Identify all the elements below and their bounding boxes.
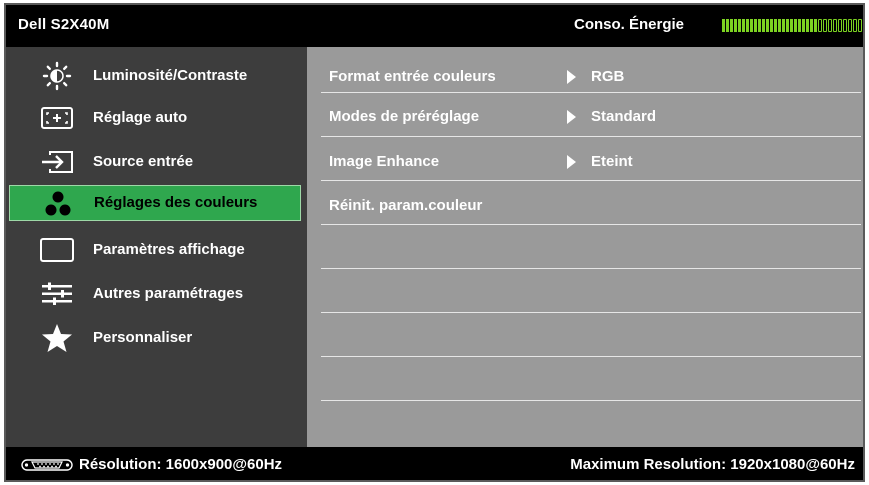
menu-item-label: Source entrée — [93, 153, 194, 170]
menu-item-display-settings[interactable]: Paramètres affichage — [9, 232, 301, 268]
menu-item-label: Paramètres affichage — [93, 241, 245, 258]
menu-item-label: Personnaliser — [93, 329, 193, 346]
energy-segment-on — [758, 19, 761, 32]
menu-item-personalize[interactable]: Personnaliser — [9, 320, 301, 356]
color-dots-icon — [40, 186, 76, 222]
row-label: Modes de préréglage — [329, 108, 480, 125]
energy-segment-on — [754, 19, 757, 32]
energy-segment-on — [746, 19, 749, 32]
energy-segment-on — [798, 19, 801, 32]
divider — [321, 268, 861, 269]
energy-segment-off — [838, 19, 842, 32]
submenu-panel: Format entrée couleurs RGB Modes de prér… — [307, 47, 865, 447]
energy-segment-on — [742, 19, 745, 32]
divider — [321, 224, 861, 225]
energy-segment-on — [782, 19, 785, 32]
divider — [321, 180, 861, 181]
row-label: Image Enhance — [329, 153, 440, 170]
main-menu: Luminosité/Contraste Réglage auto Source… — [4, 47, 307, 447]
osd-window: Dell S2X40M Conso. Énergie Luminosité/Co… — [4, 3, 865, 482]
menu-item-brightness-contrast[interactable]: Luminosité/Contraste — [9, 58, 301, 94]
energy-segment-off — [818, 19, 822, 32]
play-arrow-icon — [567, 110, 576, 124]
menu-item-label: Autres paramétrages — [93, 285, 244, 302]
energy-segment-off — [848, 19, 852, 32]
energy-segment-off — [833, 19, 837, 32]
energy-segment-off — [853, 19, 857, 32]
energy-segment-on — [786, 19, 789, 32]
header-bar: Dell S2X40M Conso. Énergie — [4, 3, 865, 47]
row-image-enhance[interactable]: Image Enhance Eteint — [321, 140, 861, 184]
energy-segment-on — [794, 19, 797, 32]
energy-segment-on — [738, 19, 741, 32]
current-resolution: Résolution: 1600x900@60Hz — [79, 456, 283, 473]
energy-segment-on — [790, 19, 793, 32]
divider — [321, 400, 861, 401]
row-label: Réinit. param.couleur — [329, 197, 483, 214]
divider — [321, 312, 861, 313]
energy-label: Conso. Énergie — [574, 16, 685, 33]
energy-segment-on — [802, 19, 805, 32]
energy-segment-on — [774, 19, 777, 32]
max-resolution: Maximum Resolution: 1920x1080@60Hz — [570, 456, 855, 473]
energy-segment-on — [814, 19, 817, 32]
energy-segment-on — [766, 19, 769, 32]
energy-meter — [722, 19, 862, 32]
divider — [321, 136, 861, 137]
menu-item-label: Réglage auto — [93, 109, 188, 126]
footer-bar: Résolution: 1600x900@60Hz Maximum Resolu… — [4, 447, 865, 482]
star-icon — [39, 320, 75, 356]
auto-adjust-icon — [39, 100, 75, 136]
brightness-icon — [39, 58, 75, 94]
menu-item-auto-adjust[interactable]: Réglage auto — [9, 100, 301, 136]
menu-item-input-source[interactable]: Source entrée — [9, 144, 301, 180]
row-value: Standard — [591, 108, 657, 125]
energy-segment-on — [770, 19, 773, 32]
vga-connector-icon — [20, 458, 74, 476]
energy-segment-off — [843, 19, 847, 32]
energy-segment-off — [823, 19, 827, 32]
display-frame-icon — [39, 232, 75, 268]
menu-item-color-settings[interactable]: Réglages des couleurs — [9, 185, 301, 221]
model-name: Dell S2X40M — [18, 16, 110, 33]
sliders-icon — [39, 276, 75, 312]
row-reset-color[interactable]: Réinit. param.couleur — [321, 184, 861, 228]
energy-segment-on — [806, 19, 809, 32]
row-preset-modes[interactable]: Modes de préréglage Standard — [321, 95, 861, 139]
energy-segment-on — [810, 19, 813, 32]
menu-item-label: Luminosité/Contraste — [93, 67, 248, 84]
input-source-icon — [39, 144, 75, 180]
energy-segment-on — [734, 19, 737, 32]
energy-segment-on — [762, 19, 765, 32]
divider — [321, 356, 861, 357]
menu-item-other-settings[interactable]: Autres paramétrages — [9, 276, 301, 312]
play-arrow-icon — [567, 70, 576, 84]
energy-segment-on — [778, 19, 781, 32]
play-arrow-icon — [567, 155, 576, 169]
energy-segment-off — [858, 19, 862, 32]
menu-item-label: Réglages des couleurs — [94, 194, 258, 211]
energy-segment-off — [828, 19, 832, 32]
energy-segment-on — [730, 19, 733, 32]
divider — [321, 92, 861, 93]
energy-segment-on — [726, 19, 729, 32]
row-value: Eteint — [591, 153, 633, 170]
energy-segment-on — [750, 19, 753, 32]
energy-segment-on — [722, 19, 725, 32]
